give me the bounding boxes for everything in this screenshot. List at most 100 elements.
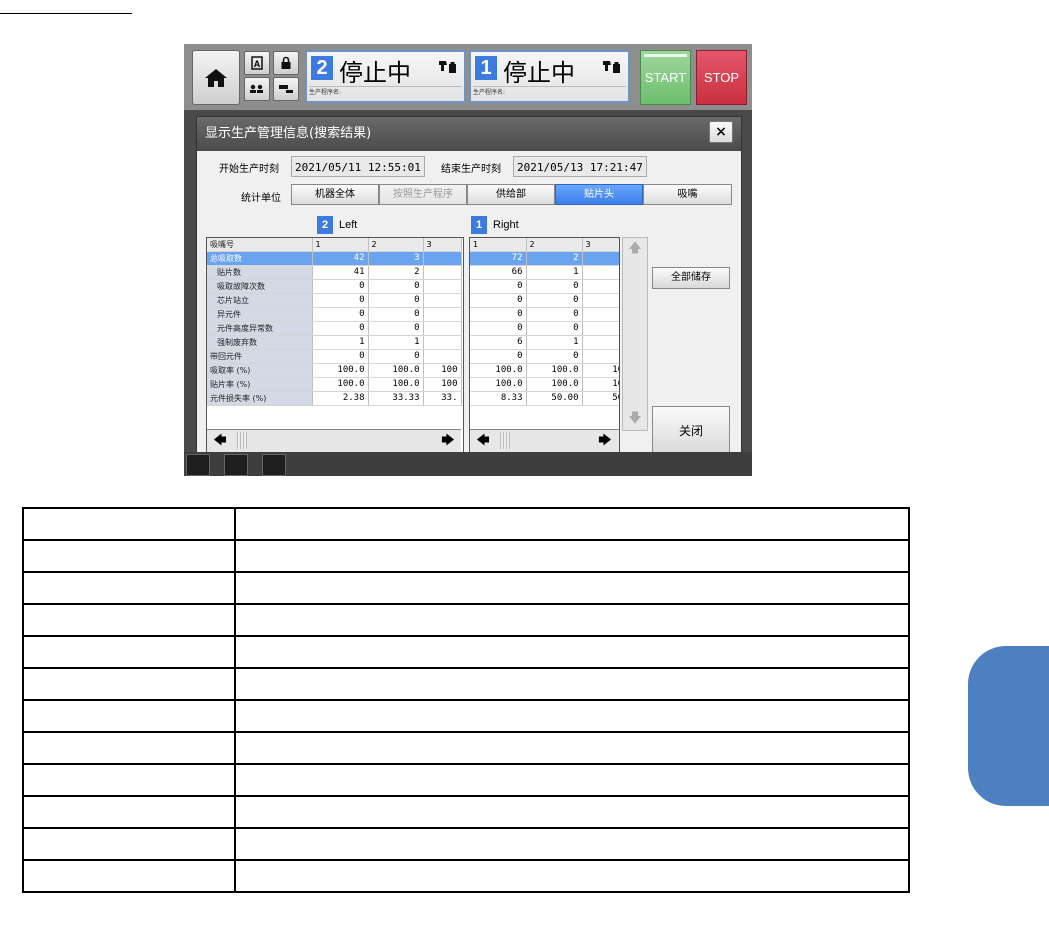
- unit-option-nozzle[interactable]: 吸嘴: [643, 184, 732, 205]
- nozzle-icon: [438, 59, 458, 79]
- auto-mode-button[interactable]: A: [244, 51, 270, 75]
- table-cell: 3: [368, 251, 424, 266]
- table-row[interactable]: 吸取率 (%) 100.0 100.0 100: [207, 363, 462, 378]
- table-cell: 100.0: [368, 363, 424, 378]
- table-row[interactable]: 元件高度异常数 0 0: [207, 321, 462, 336]
- table-row[interactable]: 贴片数 41 2: [207, 265, 462, 280]
- lane-badge: 2: [317, 216, 333, 234]
- table-cell: 0: [526, 321, 583, 336]
- table-row[interactable]: 00: [470, 279, 619, 294]
- scroll-down-icon[interactable]: 🡇: [623, 408, 647, 430]
- table-row[interactable]: 66 1: [470, 265, 619, 280]
- unit-option-feeder[interactable]: 供给部: [467, 184, 555, 205]
- row-label: 强制废弃数: [207, 335, 313, 350]
- unit-option-machine[interactable]: 机器全体: [291, 184, 379, 205]
- left-horizontal-scrollbar[interactable]: 🡄 🡆: [207, 429, 461, 452]
- table-row[interactable]: 72 2: [470, 251, 619, 266]
- table-row[interactable]: 61: [470, 335, 619, 350]
- left-stats-grid[interactable]: 吸嘴号 1 2 3 总吸取数 42 3 贴片数 41 2 吸取故障次数 0 0 芯片站立 0 0 异元件 0 0 元件…: [206, 237, 464, 453]
- lock-button[interactable]: [273, 51, 299, 75]
- table-cell: 100.0: [368, 377, 424, 392]
- table-row: [22, 603, 910, 637]
- toolbar-button[interactable]: [262, 454, 286, 476]
- table-cell: [234, 571, 910, 605]
- table-cell: 72: [470, 251, 527, 266]
- right-horizontal-scrollbar[interactable]: 🡄 🡆: [470, 429, 619, 452]
- scroll-left-icon[interactable]: 🡄: [209, 431, 231, 450]
- unit-option-head[interactable]: 贴片头: [555, 184, 643, 205]
- table-cell: [22, 667, 236, 701]
- table-cell: 8.33: [470, 391, 527, 406]
- column-header: 2: [526, 238, 583, 252]
- table-row[interactable]: 00: [470, 307, 619, 322]
- table-cell: 41: [312, 265, 369, 280]
- table-row[interactable]: 异元件 0 0: [207, 307, 462, 322]
- table-cell: [423, 335, 462, 350]
- scroll-right-icon[interactable]: 🡆: [594, 431, 616, 450]
- unit-option-program[interactable]: 按照生产程序: [379, 184, 467, 205]
- table-cell: 0: [526, 349, 583, 364]
- svg-text:A: A: [254, 59, 261, 69]
- scroll-thumb[interactable]: [237, 432, 247, 449]
- home-button[interactable]: [192, 50, 240, 105]
- table-row[interactable]: 元件损失率 (%) 2.38 33.33 33.: [207, 391, 462, 406]
- row-label: 吸取率 (%): [207, 363, 313, 378]
- table-cell: [22, 635, 236, 669]
- auto-icon: A: [251, 56, 263, 70]
- header-rule: [0, 13, 132, 14]
- table-row: [22, 539, 910, 573]
- table-row[interactable]: 100.0100.0100: [470, 363, 619, 378]
- operators-button[interactable]: [244, 77, 270, 101]
- table-cell: [234, 699, 910, 733]
- right-lane-header: 1 Right: [471, 216, 519, 234]
- right-stats-grid[interactable]: 123722661000000006100100.0100.0100100.01…: [469, 237, 620, 453]
- device-button[interactable]: [273, 77, 299, 101]
- table-row[interactable]: 强制废弃数 1 1: [207, 335, 462, 350]
- table-cell: [423, 293, 462, 308]
- table-cell: 50.00: [526, 391, 583, 406]
- table-cell: 66: [470, 265, 527, 280]
- scroll-left-icon[interactable]: 🡄: [472, 431, 494, 450]
- table-cell: 100: [582, 363, 619, 378]
- left-lane-header: 2 Left: [317, 216, 357, 234]
- table-row[interactable]: 贴片率 (%) 100.0 100.0 100: [207, 377, 462, 392]
- column-header: 3: [582, 238, 619, 252]
- table-cell: 42: [312, 251, 369, 266]
- table-cell: [423, 251, 462, 266]
- table-row[interactable]: 8.3350.0050.: [470, 391, 619, 406]
- start-time-field[interactable]: 2021/05/11 12:55:01: [291, 156, 425, 177]
- table-cell: [22, 827, 236, 861]
- row-label: 异元件: [207, 307, 313, 322]
- close-icon[interactable]: ×: [709, 121, 733, 143]
- scroll-right-icon[interactable]: 🡆: [437, 431, 459, 450]
- end-time-field[interactable]: 2021/05/13 17:21:47: [513, 156, 647, 177]
- table-row[interactable]: 100.0100.0100: [470, 377, 619, 392]
- vertical-scrollbar[interactable]: 🡅 🡇: [622, 237, 648, 431]
- stop-button[interactable]: STOP: [696, 50, 747, 105]
- table-cell: [582, 251, 619, 266]
- table-cell: [423, 307, 462, 322]
- table-row[interactable]: 00: [470, 293, 619, 308]
- toolbar-button[interactable]: [224, 454, 248, 476]
- table-row[interactable]: 00: [470, 349, 619, 364]
- start-button[interactable]: START: [640, 50, 691, 105]
- close-button[interactable]: 关闭: [652, 406, 730, 456]
- toolbar-button[interactable]: [186, 454, 210, 476]
- users-icon: [250, 84, 263, 93]
- table-row[interactable]: 带回元件 0 0: [207, 349, 462, 364]
- table-cell: 100.0: [526, 363, 583, 378]
- scroll-up-icon[interactable]: 🡅: [623, 238, 647, 260]
- table-row[interactable]: 总吸取数 42 3: [207, 251, 462, 266]
- row-label: 元件损失率 (%): [207, 391, 313, 406]
- table-row[interactable]: 00: [470, 321, 619, 336]
- save-all-button[interactable]: 全部储存: [652, 267, 730, 289]
- nozzle-icon: [602, 59, 622, 79]
- scroll-thumb[interactable]: [500, 432, 510, 449]
- table-cell: [423, 321, 462, 336]
- table-row: [22, 635, 910, 669]
- table-row[interactable]: 吸取故障次数 0 0: [207, 279, 462, 294]
- table-row[interactable]: 芯片站立 0 0: [207, 293, 462, 308]
- table-row: [22, 731, 910, 765]
- row-label: 元件高度异常数: [207, 321, 313, 336]
- program-name-label: 生产程序名:: [473, 86, 626, 100]
